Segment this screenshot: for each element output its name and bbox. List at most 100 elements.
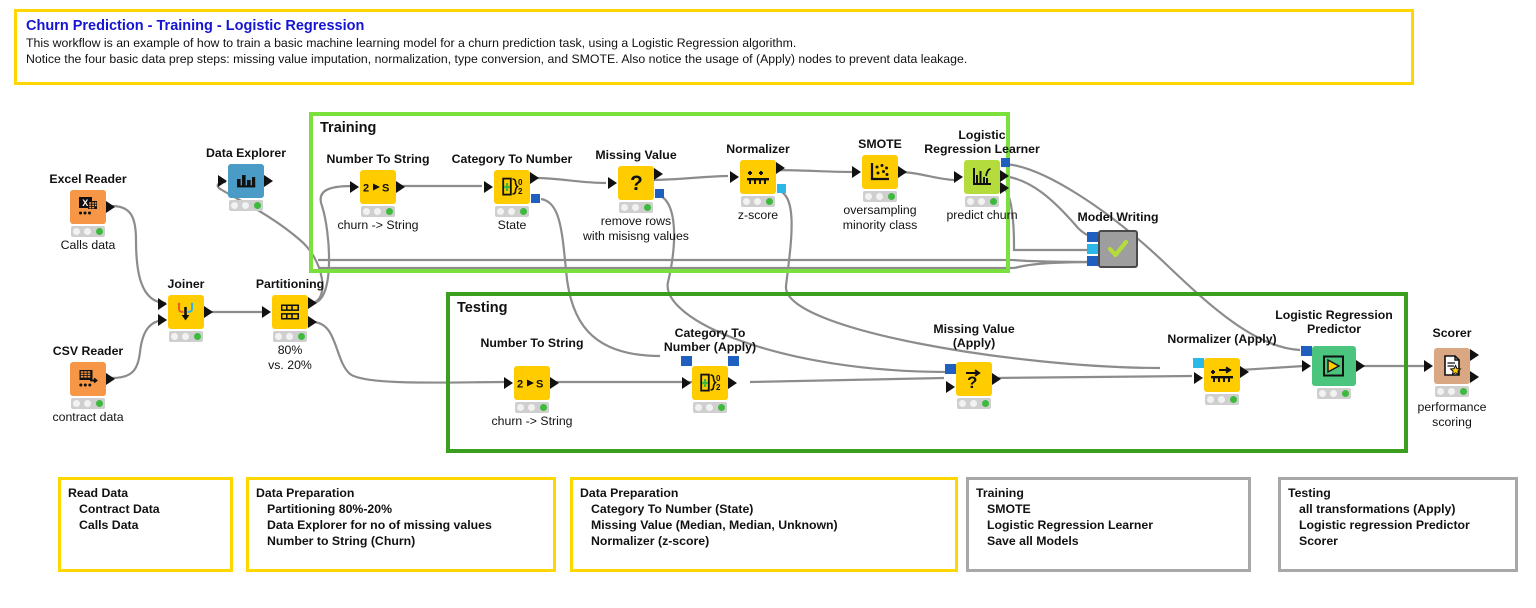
port-out-logistic-regression-learner-2[interactable] [1000, 182, 1009, 194]
port-in-model-missing-value-apply[interactable] [945, 364, 956, 374]
node-sub-scorer-line1: performance [1417, 400, 1487, 414]
workflow-canvas[interactable]: Training Testing Churn Prediction - Trai… [0, 0, 1536, 608]
header-annotation[interactable]: Churn Prediction - Training - Logistic R… [14, 9, 1414, 85]
port-in-missing-value-training[interactable] [608, 177, 617, 189]
node-body-excel-reader[interactable]: X [70, 190, 106, 224]
port-in-model-writing-1[interactable] [1087, 232, 1098, 242]
node-missing-value-training[interactable]: Missing Value ? remove rows with misisng… [583, 148, 689, 243]
port-out-partitioning-bottom[interactable] [308, 316, 317, 328]
annotation-item: Partitioning 80%-20% [267, 502, 393, 516]
node-body-csv-reader[interactable] [70, 362, 106, 396]
node-number-to-string-training[interactable]: Number To String 2 S churn -> String [327, 152, 430, 232]
port-out-logistic-regression-predictor[interactable] [1356, 360, 1365, 372]
node-category-to-number-apply[interactable]: Category To Number (Apply) 0 2 [664, 326, 756, 413]
node-body-category-to-number-training[interactable]: 0 2 [494, 170, 530, 204]
node-body-number-to-string-training[interactable]: 2 S [360, 170, 396, 204]
port-out-joiner[interactable] [204, 306, 213, 318]
node-normalizer-apply[interactable]: Normalizer (Apply) [1167, 332, 1277, 405]
port-out-model-category-to-number-training[interactable] [531, 194, 540, 203]
node-body-number-to-string-testing[interactable]: 2 S [514, 366, 550, 400]
port-out-number-to-string-testing[interactable] [550, 377, 559, 389]
port-out-partitioning-top[interactable] [308, 297, 317, 309]
port-in-normalizer-training[interactable] [730, 171, 739, 183]
port-out-category-to-number-training[interactable] [530, 172, 539, 184]
node-body-category-to-number-apply[interactable]: 0 2 [692, 366, 728, 400]
port-out-csv-reader[interactable] [106, 373, 115, 385]
port-out-missing-value-training[interactable] [654, 168, 663, 180]
node-logistic-regression-learner[interactable]: Logistic Regression Learner predict chur… [924, 128, 1040, 222]
node-label-lr-predictor-line1: Logistic Regression [1275, 308, 1393, 322]
port-out-normalizer-training[interactable] [776, 162, 785, 174]
port-in-number-to-string-training[interactable] [350, 181, 359, 193]
port-out-model-normalizer-training[interactable] [777, 184, 786, 193]
port-in-joiner-top[interactable] [158, 298, 167, 310]
port-out-normalizer-apply[interactable] [1240, 366, 1249, 378]
node-smote[interactable]: SMOTE oversampling minority class [843, 137, 917, 232]
node-body-logistic-regression-learner[interactable] [964, 160, 1000, 194]
port-out-logistic-regression-learner-1[interactable] [1000, 170, 1009, 182]
port-in-normalizer-apply[interactable] [1194, 372, 1203, 384]
port-in-logistic-regression-predictor[interactable] [1302, 360, 1311, 372]
port-in-model-logistic-regression-predictor[interactable] [1301, 346, 1312, 356]
port-in-joiner-bottom[interactable] [158, 314, 167, 326]
port-out-smote[interactable] [898, 166, 907, 178]
port-out-excel-reader[interactable] [106, 201, 115, 213]
node-joiner[interactable]: Joiner [158, 277, 213, 342]
node-body-missing-value-apply[interactable]: ? [956, 362, 992, 396]
node-missing-value-apply[interactable]: Missing Value (Apply) ? [933, 322, 1015, 409]
port-out-scorer-2[interactable] [1470, 371, 1479, 383]
port-out-number-to-string-training[interactable] [396, 181, 405, 193]
node-body-model-writing[interactable] [1098, 230, 1138, 268]
port-in-smote[interactable] [852, 166, 861, 178]
node-body-smote[interactable] [862, 155, 898, 189]
node-logistic-regression-predictor[interactable]: Logistic Regression Predictor [1275, 308, 1393, 399]
node-body-scorer[interactable] [1434, 348, 1470, 384]
node-body-normalizer-training[interactable] [740, 160, 776, 194]
port-in-model-normalizer-apply[interactable] [1193, 358, 1204, 368]
partitioning-icon [281, 304, 299, 320]
node-normalizer-training[interactable]: Normalizer z-score [726, 142, 790, 222]
annotation-data-preparation-2[interactable]: Data Preparation Category To Number (Sta… [570, 477, 958, 572]
annotation-data-preparation-1[interactable]: Data Preparation Partitioning 80%-20% Da… [246, 477, 556, 572]
node-body-logistic-regression-predictor[interactable] [1312, 346, 1356, 386]
port-in-model-writing-2[interactable] [1087, 244, 1098, 254]
node-body-data-explorer[interactable] [228, 164, 264, 198]
port-out-category-to-number-apply[interactable] [728, 377, 737, 389]
node-data-explorer[interactable]: Data Explorer [206, 146, 286, 211]
node-body-partitioning[interactable] [272, 295, 308, 329]
port-in-logistic-regression-learner[interactable] [954, 171, 963, 183]
port-out-model-category-to-number-apply[interactable] [728, 356, 739, 366]
node-body-joiner[interactable] [168, 295, 204, 329]
port-in-number-to-string-testing[interactable] [504, 377, 513, 389]
node-csv-reader[interactable]: CSV Reader contract data [52, 344, 123, 424]
node-model-writing[interactable]: Model Writing [1077, 210, 1159, 268]
port-in-missing-value-apply[interactable] [946, 381, 955, 393]
port-out-data-explorer[interactable] [264, 175, 273, 187]
port-out-model-logistic-regression-learner[interactable] [1001, 158, 1010, 167]
port-in-model-writing-3[interactable] [1087, 256, 1098, 266]
node-body-normalizer-apply[interactable] [1204, 358, 1240, 392]
port-out-missing-value-apply[interactable] [992, 373, 1001, 385]
port-in-partitioning[interactable] [262, 306, 271, 318]
node-category-to-number-training[interactable]: Category To Number 0 2 State [452, 152, 573, 232]
port-out-model-missing-value-training[interactable] [655, 189, 664, 198]
node-sub-normalizer-training: z-score [737, 208, 779, 222]
annotation-training-summary[interactable]: Training SMOTE Logistic Regression Learn… [966, 477, 1251, 572]
port-in-data-explorer[interactable] [218, 175, 227, 187]
node-excel-reader[interactable]: Excel Reader X Calls data [49, 172, 126, 252]
node-number-to-string-testing[interactable]: Number To String 2 S churn -> String [481, 336, 584, 428]
annotation-read-data[interactable]: Read Data Contract Data Calls Data [58, 477, 233, 572]
svg-text:?: ? [630, 172, 643, 195]
node-scorer[interactable]: Scorer performance scoring [1417, 326, 1486, 429]
port-in-scorer[interactable] [1424, 360, 1433, 372]
group-box-testing[interactable]: Testing [446, 292, 1408, 453]
annotation-testing-summary[interactable]: Testing all transformations (Apply) Logi… [1278, 477, 1518, 572]
port-in-category-to-number-apply[interactable] [682, 377, 691, 389]
node-body-missing-value-training[interactable]: ? [618, 166, 654, 200]
node-label-logistic-regression-learner: Logistic Regression Learner [924, 128, 1040, 156]
status-missing-value-training [619, 202, 653, 213]
port-in-category-to-number-training[interactable] [484, 181, 493, 193]
port-out-scorer-1[interactable] [1470, 349, 1479, 361]
node-partitioning[interactable]: Partitioning 80% vs. 20% [256, 277, 324, 372]
port-in-model-category-to-number-apply[interactable] [681, 356, 692, 366]
